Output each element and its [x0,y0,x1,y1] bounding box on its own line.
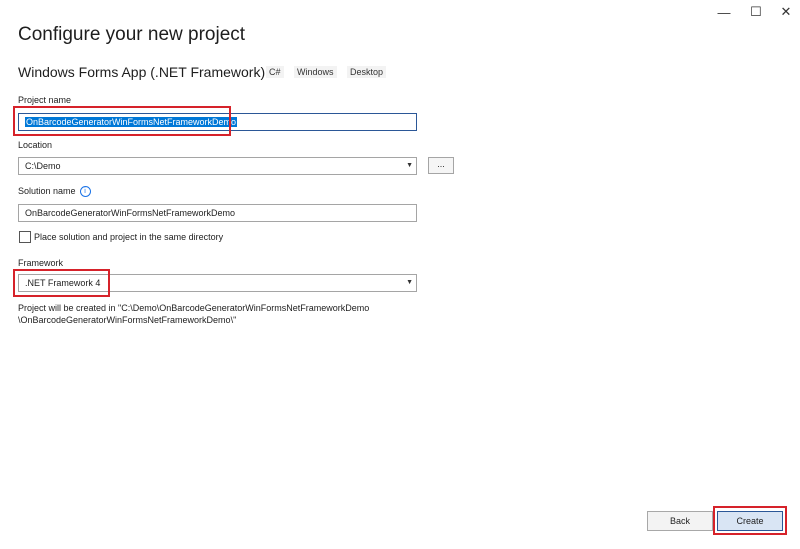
minimize-button[interactable]: — [710,4,738,20]
close-icon: ✕ [780,4,792,19]
tag-project-type: Desktop [347,66,387,78]
solution-name-text: Solution name [18,186,76,196]
project-name-highlight [13,106,231,136]
info-icon[interactable]: i [79,186,91,198]
maximize-button[interactable]: ☐ [742,4,770,20]
framework-label: Framework [18,258,64,268]
solution-name-input[interactable]: OnBarcodeGeneratorWinFormsNetFrameworkDe… [18,204,417,222]
location-label: Location [18,140,53,150]
back-button[interactable]: Back [647,511,713,531]
info-line-2: \OnBarcodeGeneratorWinFormsNetFrameworkD… [18,315,237,325]
back-label: Back [669,516,690,526]
solution-name-label: Solution name i [18,186,91,198]
project-name-label: Project name [18,95,72,105]
location-value: C:\Demo [25,161,61,171]
chevron-down-icon: ▼ [406,279,413,286]
project-location-info: Project will be created in "C:\Demo\OnBa… [18,302,369,326]
close-button[interactable]: ✕ [772,4,800,20]
chevron-down-icon: ▼ [406,162,413,169]
browse-label: ... [437,159,445,169]
location-combobox[interactable]: C:\Demo ▼ [18,157,417,175]
same-directory-label[interactable]: Place solution and project in the same d… [34,232,223,242]
info-line-1: Project will be created in "C:\Demo\OnBa… [18,303,370,313]
template-name: Windows Forms App (.NET Framework) [18,64,266,80]
tag-platform: Windows [294,66,337,78]
browse-button[interactable]: ... [428,157,454,174]
minimize-icon: — [717,4,731,20]
create-highlight [713,506,787,535]
maximize-icon: ☐ [750,4,762,19]
framework-highlight [13,269,110,297]
tag-language: C# [266,66,284,78]
solution-name-value: OnBarcodeGeneratorWinFormsNetFrameworkDe… [25,208,236,218]
same-directory-checkbox[interactable] [19,231,31,243]
page-title: Configure your new project [18,24,246,45]
